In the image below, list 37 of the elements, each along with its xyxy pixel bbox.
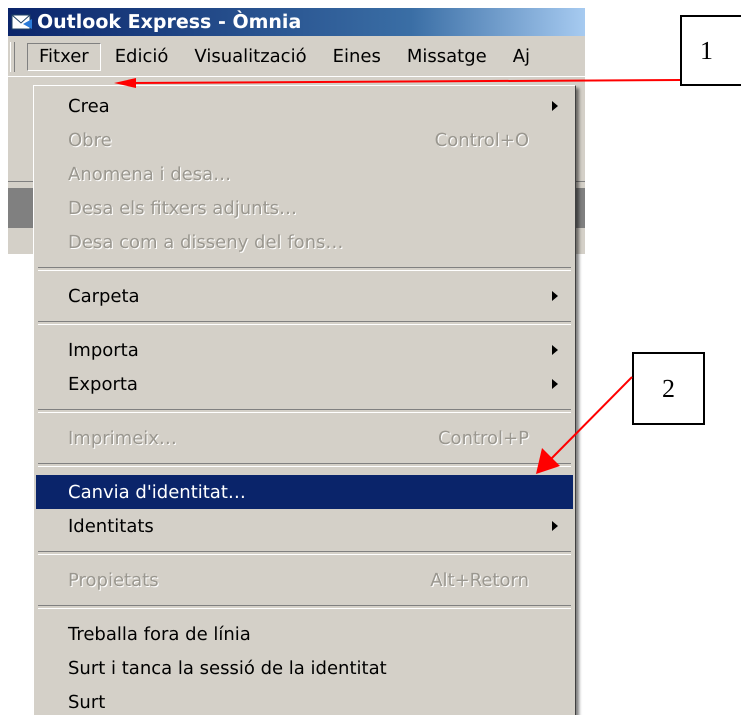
menu-item-label: Carpeta <box>68 286 140 306</box>
menu-item-label: Importa <box>68 340 139 360</box>
menu-bar-item[interactable]: Missatge <box>394 43 499 71</box>
menu-item-label: Treballa fora de línia <box>68 624 251 644</box>
shortcut-label: Control+P <box>438 428 529 448</box>
callout-box: 2 <box>632 352 705 425</box>
envelope-icon <box>11 12 33 32</box>
window-title: Outlook Express - Òmnia <box>37 11 302 33</box>
menu-item-label: Canvia d'identitat… <box>68 482 246 502</box>
shortcut-label: Control+O <box>434 130 529 150</box>
menu-item[interactable]: Canvia d'identitat… <box>36 475 573 509</box>
menu-item-label: Desa com a disseny del fons… <box>68 232 344 252</box>
menu-item[interactable]: Crea <box>36 89 573 123</box>
menu-item[interactable]: Exporta <box>36 367 573 401</box>
menu-bar-item[interactable]: Fitxer <box>27 43 101 71</box>
menu-item-label: Exporta <box>68 374 138 394</box>
menu-item-label: Surt i tanca la sessió de la identitat <box>68 658 387 678</box>
menu-bar-item[interactable]: Visualització <box>182 43 319 71</box>
menu-item-label: Desa els fitxers adjunts… <box>68 198 298 218</box>
menu-item-label: Propietats <box>68 570 159 590</box>
menu-bar-item[interactable]: Edició <box>102 43 180 71</box>
menu-bar-item[interactable]: Aj <box>500 43 542 71</box>
menu-item-label: Surt <box>68 692 106 712</box>
menu-item-label: Anomena i desa… <box>68 164 232 184</box>
menu-item[interactable]: Surt i tanca la sessió de la identitat <box>36 651 573 685</box>
menu-item[interactable]: Importa <box>36 333 573 367</box>
shortcut-label: Alt+Retorn <box>430 570 529 590</box>
menu-item-label: Identitats <box>68 516 154 536</box>
menu-item-label: Obre <box>68 130 112 150</box>
menu-item[interactable]: Treballa fora de línia <box>36 617 573 651</box>
menu-item-label: Crea <box>68 96 110 116</box>
menu-item-label: Imprimeix… <box>68 428 177 448</box>
menu-item[interactable]: Identitats <box>36 509 573 543</box>
callout-box: 1 <box>680 15 741 86</box>
menu-bar-item[interactable]: Eines <box>320 43 393 71</box>
menu-item[interactable]: Carpeta <box>36 279 573 313</box>
menu-item[interactable]: Surt <box>36 685 573 715</box>
